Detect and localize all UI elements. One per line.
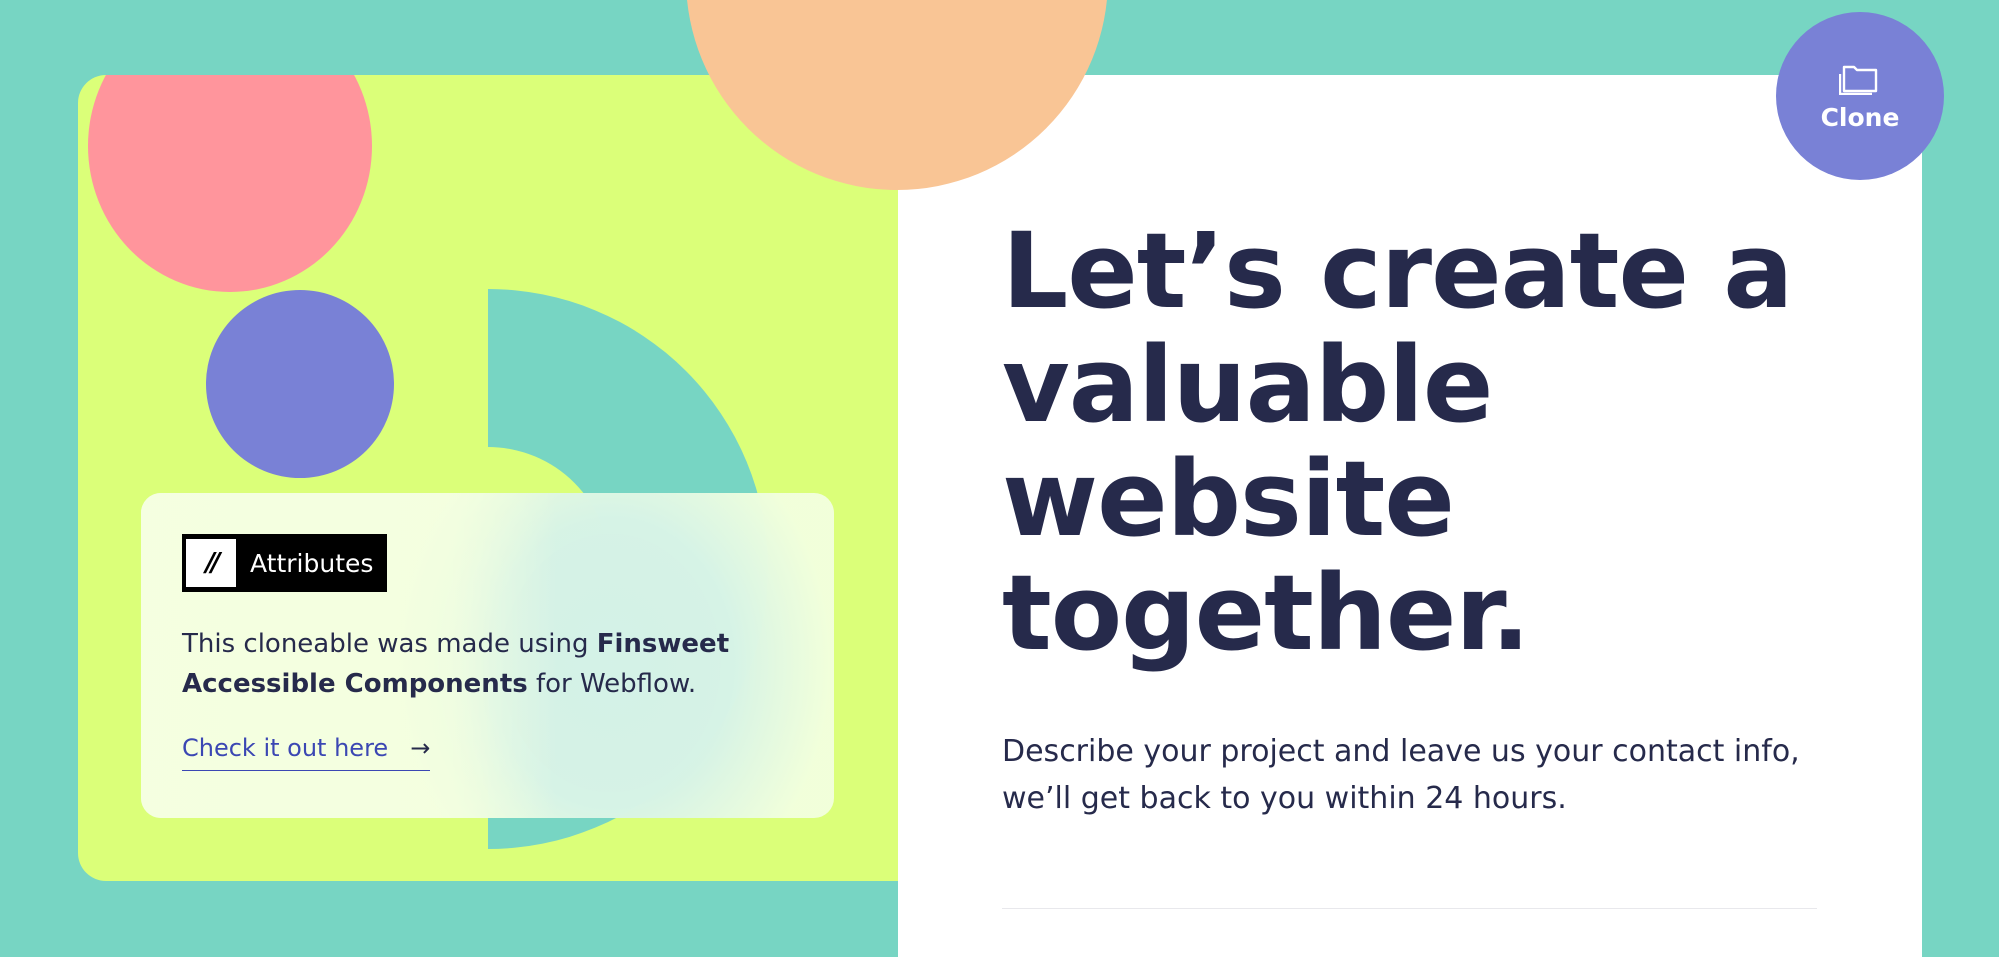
- folder-icon: [1839, 65, 1878, 95]
- page: Let’s create a valuable website together…: [0, 0, 1999, 957]
- headline-line-3: website: [1002, 438, 1455, 560]
- attributes-text-after: for Webflow.: [527, 669, 697, 699]
- arrow-right-icon: →: [410, 734, 431, 762]
- attributes-description: This cloneable was made using Finsweet A…: [182, 624, 782, 704]
- attributes-logo: // Attributes: [182, 534, 388, 592]
- headline-line-4: together.: [1002, 552, 1530, 674]
- clone-button[interactable]: Clone: [1776, 12, 1944, 180]
- check-it-out-label: Check it out here: [182, 734, 389, 762]
- attributes-text-before: This cloneable was made using: [182, 629, 597, 659]
- headline-line-2: valuable: [1002, 324, 1493, 446]
- hero-headline: Let’s create a valuable website together…: [1002, 214, 1822, 670]
- attributes-logo-mark-icon: //: [186, 539, 236, 587]
- attributes-card: // Attributes This cloneable was made us…: [141, 493, 834, 818]
- attributes-card-content: // Attributes This cloneable was made us…: [182, 534, 802, 771]
- form-divider: [1002, 908, 1817, 909]
- pink-circle-shape: [88, 75, 372, 292]
- check-it-out-link[interactable]: Check it out here →: [182, 734, 431, 771]
- hero-description: Describe your project and leave us your …: [1002, 734, 1800, 816]
- headline-line-1: Let’s create a: [1002, 210, 1793, 332]
- attributes-logo-text: Attributes: [250, 548, 374, 578]
- purple-circle-shape: [206, 290, 394, 478]
- clone-label: Clone: [1820, 102, 1900, 132]
